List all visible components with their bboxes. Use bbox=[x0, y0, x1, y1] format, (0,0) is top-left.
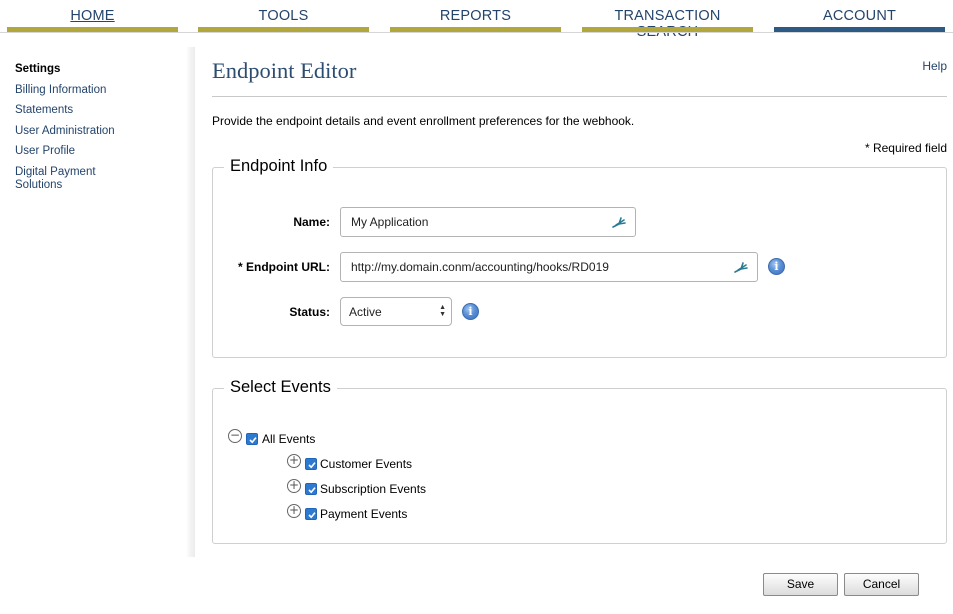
intro-text: Provide the endpoint details and event e… bbox=[212, 114, 635, 128]
sidebar: Settings Billing Information Statements … bbox=[0, 47, 195, 557]
tab-account[interactable]: ACCOUNT bbox=[774, 0, 945, 33]
tab-account-label: ACCOUNT bbox=[822, 8, 897, 24]
name-input-value: My Application bbox=[351, 215, 429, 229]
customer-events-checkbox[interactable] bbox=[305, 458, 317, 470]
tab-transaction-search-label: TRANSACTION SEARCH bbox=[614, 8, 721, 40]
help-link[interactable]: Help bbox=[922, 59, 947, 73]
sidebar-item-digital-payment-solutions[interactable]: Digital Payment Solutions bbox=[15, 166, 125, 191]
minus-circle-icon[interactable]: − bbox=[228, 429, 242, 443]
payment-events-label: Payment Events bbox=[320, 507, 408, 521]
tab-tools[interactable]: TOOLS bbox=[198, 0, 369, 33]
save-button[interactable]: Save bbox=[763, 573, 838, 596]
plus-circle-icon[interactable]: + bbox=[287, 504, 301, 518]
endpoint-url-input[interactable]: http://my.domain.conm/accounting/hooks/R… bbox=[340, 252, 758, 282]
tab-home-label: HOME bbox=[70, 8, 115, 24]
tab-reports[interactable]: REPORTS bbox=[390, 0, 561, 33]
checkmark-icon bbox=[308, 487, 316, 494]
pen-icon[interactable] bbox=[733, 260, 749, 274]
cancel-button[interactable]: Cancel bbox=[844, 573, 919, 596]
sidebar-item-statements[interactable]: Statements bbox=[15, 104, 165, 117]
status-select[interactable]: Active ▲ ▼ bbox=[340, 297, 452, 326]
name-input[interactable]: My Application bbox=[340, 207, 636, 237]
sidebar-item-user-profile[interactable]: User Profile bbox=[15, 145, 165, 158]
subscription-events-checkbox[interactable] bbox=[305, 483, 317, 495]
payment-events-checkbox[interactable] bbox=[305, 508, 317, 520]
pen-icon[interactable] bbox=[611, 215, 627, 229]
sidebar-item-settings[interactable]: Settings bbox=[15, 63, 165, 76]
customer-events-label: Customer Events bbox=[320, 457, 413, 471]
info-icon[interactable]: i bbox=[462, 303, 479, 320]
nav-divider bbox=[0, 32, 953, 33]
endpoint-url-label: * Endpoint URL: bbox=[238, 260, 330, 274]
tab-tools-label: TOOLS bbox=[258, 8, 309, 24]
all-events-checkbox[interactable] bbox=[246, 433, 258, 445]
tab-reports-label: REPORTS bbox=[439, 8, 512, 24]
status-select-value: Active bbox=[349, 305, 382, 319]
title-divider bbox=[212, 96, 947, 97]
sidebar-item-billing-information[interactable]: Billing Information bbox=[15, 84, 165, 97]
plus-circle-icon[interactable]: + bbox=[287, 479, 301, 493]
page-title: Endpoint Editor bbox=[212, 58, 357, 83]
tab-home[interactable]: HOME bbox=[7, 0, 178, 33]
all-events-label: All Events bbox=[262, 432, 316, 446]
top-nav: HOME TOOLS REPORTS TRANSACTION SEARCH AC… bbox=[0, 0, 953, 40]
info-icon[interactable]: i bbox=[768, 258, 785, 275]
endpoint-url-input-value: http://my.domain.conm/accounting/hooks/R… bbox=[351, 260, 609, 274]
endpoint-info-legend: Endpoint Info bbox=[224, 157, 334, 176]
select-arrows-icon: ▲ ▼ bbox=[439, 304, 446, 318]
checkmark-icon bbox=[308, 462, 316, 469]
subscription-events-label: Subscription Events bbox=[320, 482, 427, 496]
checkmark-icon bbox=[308, 512, 316, 519]
tab-transaction-search[interactable]: TRANSACTION SEARCH bbox=[582, 0, 753, 40]
sidebar-item-user-administration[interactable]: User Administration bbox=[15, 125, 165, 138]
select-events-legend: Select Events bbox=[224, 378, 337, 397]
name-label: Name: bbox=[293, 215, 330, 229]
plus-circle-icon[interactable]: + bbox=[287, 454, 301, 468]
required-field-note: * Required field bbox=[864, 141, 947, 155]
status-label: Status: bbox=[289, 305, 330, 319]
checkmark-icon bbox=[249, 437, 257, 444]
